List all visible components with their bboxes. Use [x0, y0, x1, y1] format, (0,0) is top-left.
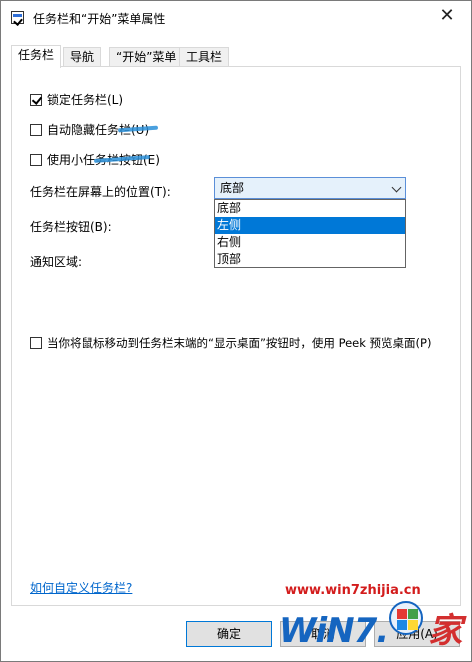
taskbar-tab-panel: 锁定任务栏(L) 自动隐藏任务栏(U) 使用小任务栏按钮(E) 任务栏在屏幕上的…	[11, 66, 461, 606]
window-title: 任务栏和“开始”菜单属性	[33, 12, 166, 26]
ok-button[interactable]: 确定	[186, 621, 272, 647]
title-bar[interactable]: 任务栏和“开始”菜单属性 ✕	[1, 1, 471, 35]
checkbox-box[interactable]	[30, 124, 42, 136]
tab-start-menu[interactable]: “开始”菜单	[109, 47, 184, 67]
lock-taskbar-label: 锁定任务栏(L)	[47, 93, 124, 107]
peek-label: 当你将鼠标移动到任务栏末端的“显示桌面”按钮时，使用 Peek 预览桌面(P)	[47, 336, 432, 350]
checkbox-box[interactable]	[30, 94, 42, 106]
position-dropdown-list: 底部 左侧 右侧 顶部	[214, 199, 406, 268]
position-select[interactable]: 底部	[214, 177, 406, 199]
notification-area-label: 通知区域:	[30, 255, 83, 269]
position-label: 任务栏在屏幕上的位置(T):	[30, 185, 171, 199]
position-option-top[interactable]: 顶部	[215, 251, 405, 268]
chevron-down-icon[interactable]	[391, 182, 402, 193]
tab-navigation[interactable]: 导航	[63, 47, 102, 67]
taskbar-buttons-label: 任务栏按钮(B):	[30, 220, 112, 234]
lock-taskbar-checkbox[interactable]: 锁定任务栏(L)	[30, 91, 123, 108]
properties-dialog: 任务栏和“开始”菜单属性 ✕ 任务栏 导航 “开始”菜单 工具栏 锁定任务栏(L…	[0, 0, 472, 662]
position-option-left[interactable]: 左侧	[215, 217, 405, 234]
apply-button[interactable]: 应用(A)	[374, 621, 460, 647]
cancel-button[interactable]: 取消	[280, 621, 366, 647]
close-button[interactable]: ✕	[425, 1, 469, 31]
position-option-right[interactable]: 右侧	[215, 234, 405, 251]
tab-toolbars[interactable]: 工具栏	[179, 47, 230, 67]
customize-taskbar-link[interactable]: 如何自定义任务栏?	[30, 579, 132, 596]
checkbox-box[interactable]	[30, 337, 42, 349]
position-option-bottom[interactable]: 底部	[215, 200, 405, 217]
position-select-value: 底部	[220, 181, 245, 195]
tab-taskbar[interactable]: 任务栏	[11, 45, 62, 68]
checkbox-box[interactable]	[30, 154, 42, 166]
peek-checkbox[interactable]: 当你将鼠标移动到任务栏末端的“显示桌面”按钮时，使用 Peek 预览桌面(P)	[30, 335, 431, 351]
taskbar-properties-icon	[11, 11, 24, 24]
